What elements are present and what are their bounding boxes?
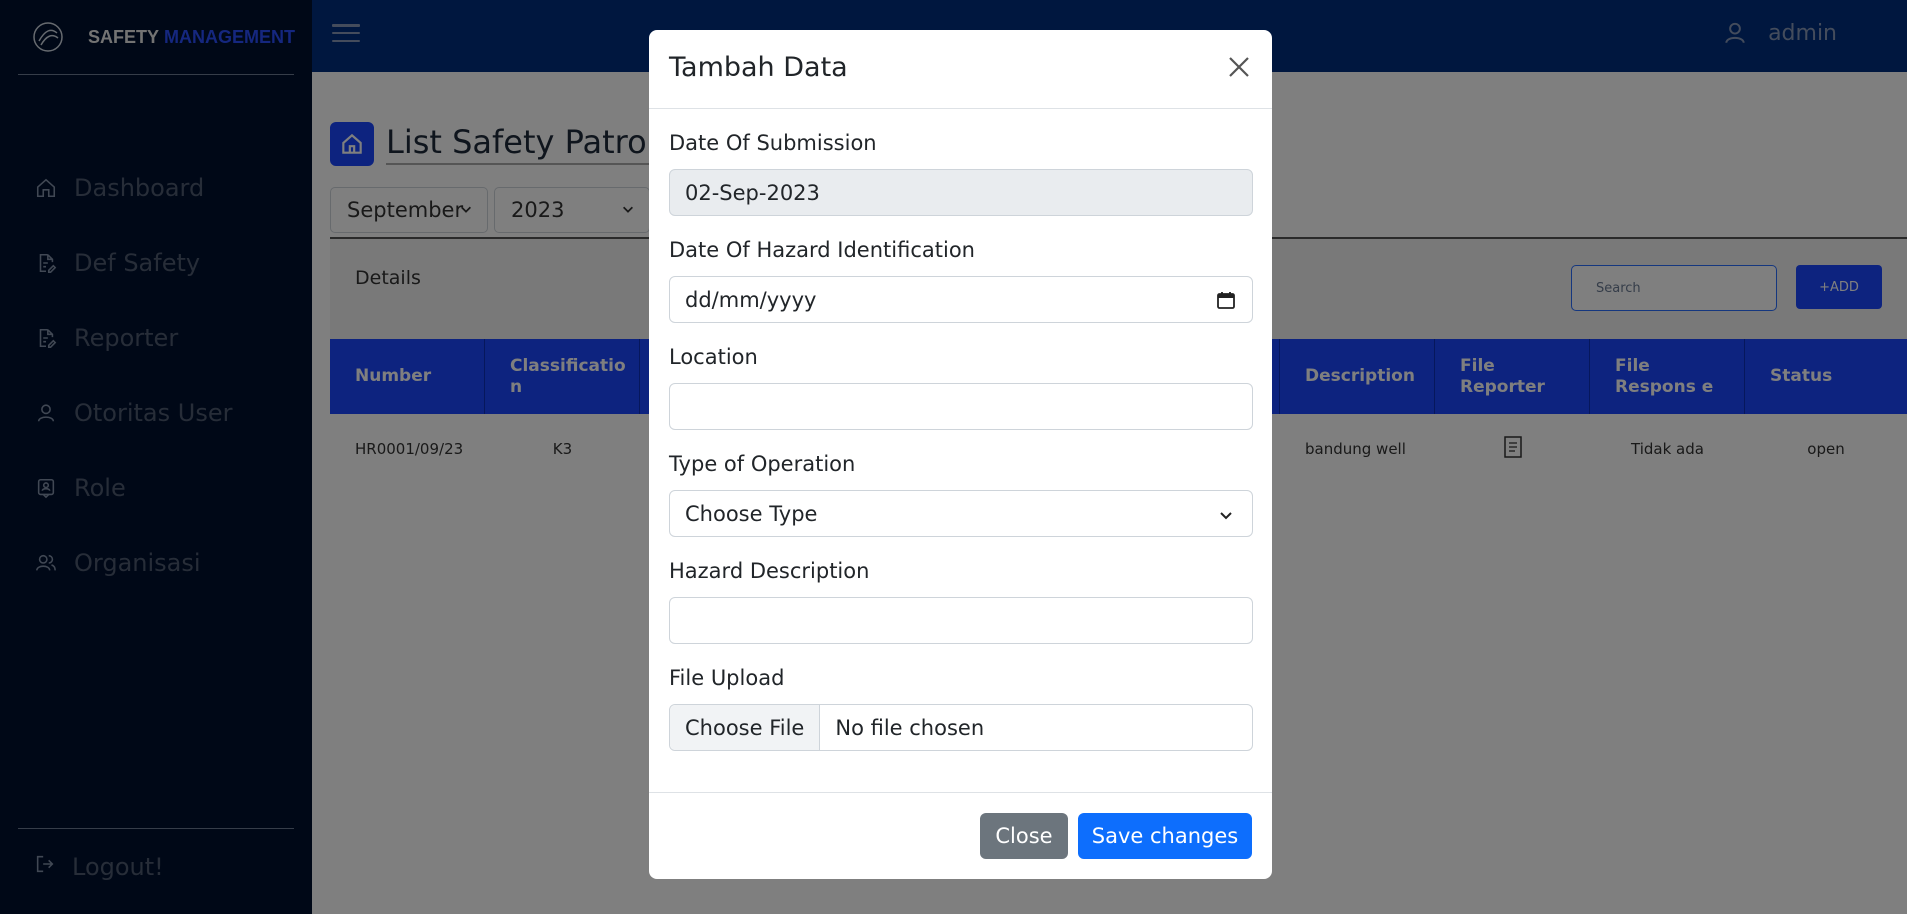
chevron-down-icon [1220,512,1232,520]
type-operation-select[interactable]: Choose Type [669,490,1253,537]
date-hazard-label: Date Of Hazard Identification [669,238,975,262]
close-icon[interactable] [1224,52,1254,82]
date-submission-label: Date Of Submission [669,131,877,155]
type-operation-value: Choose Type [685,501,818,526]
location-field[interactable] [669,383,1253,430]
date-hazard-placeholder: dd/mm/yyyy [685,287,817,312]
choose-file-button[interactable]: Choose File [670,705,821,750]
calendar-icon[interactable] [1216,290,1236,310]
file-status-text: No file chosen [835,715,985,740]
hazard-description-label: Hazard Description [669,559,870,583]
hazard-description-field[interactable] [669,597,1253,644]
type-operation-label: Type of Operation [669,452,856,476]
close-button[interactable]: Close [980,813,1068,859]
modal-footer: Close Save changes [649,792,1272,879]
add-data-modal: Tambah Data Date Of Submission 02-Sep-20… [649,30,1272,879]
file-upload-input[interactable]: Choose File No file chosen [669,704,1253,751]
save-changes-button[interactable]: Save changes [1078,813,1252,859]
date-submission-field: 02-Sep-2023 [669,169,1253,216]
location-label: Location [669,345,758,369]
date-hazard-field[interactable]: dd/mm/yyyy [669,276,1253,323]
modal-header: Tambah Data [649,30,1272,109]
file-upload-label: File Upload [669,666,785,690]
modal-title: Tambah Data [669,52,848,83]
